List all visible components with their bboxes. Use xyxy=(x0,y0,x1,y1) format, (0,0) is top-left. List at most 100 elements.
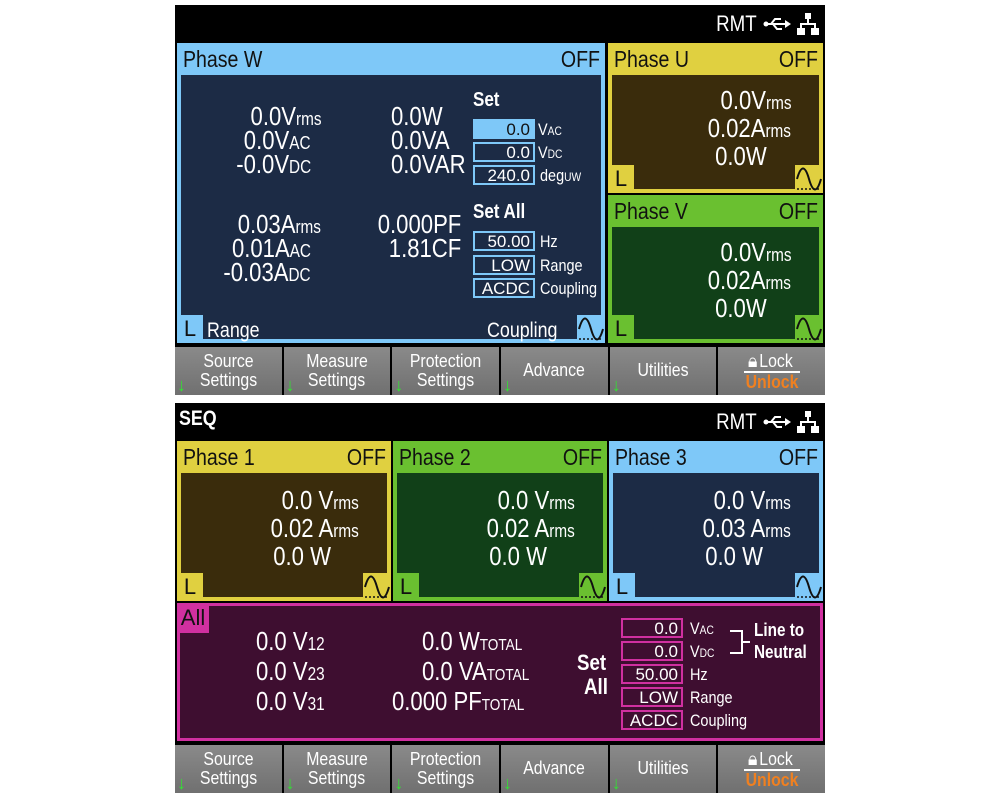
measure-settings-button[interactable]: Measure Settings ↓ xyxy=(283,745,391,793)
set-phase-angle-input[interactable]: 240.0 xyxy=(473,165,535,185)
advance-button[interactable]: Advance ↓ xyxy=(501,745,608,793)
remote-indicator: RMT xyxy=(716,409,757,434)
power-readout: 0.0 W xyxy=(273,541,331,571)
voltage-rms-readout: 0.0 Vrms xyxy=(497,485,575,515)
submenu-arrow-icon: ↓ xyxy=(177,773,186,793)
phase-3-title: Phase 3 xyxy=(615,444,687,470)
phase-w-panel[interactable]: Phase W OFF 0.0Vrms 0.0VAC -0.0VDC 0.0W … xyxy=(177,43,605,343)
line-to-neutral-bracket-icon xyxy=(730,630,750,654)
advance-button[interactable]: Advance ↓ xyxy=(501,347,608,395)
all-set-frequency-input[interactable]: 50.00 xyxy=(621,664,683,684)
line-voltage-23-readout: 0.0 V23 xyxy=(256,656,325,686)
range-softlabel[interactable]: Range xyxy=(207,319,260,343)
phase-1-title: Phase 1 xyxy=(183,444,255,470)
voltage-rms-readout: 0.0 Vrms xyxy=(713,485,791,515)
range-indicator: L xyxy=(609,573,635,599)
source-settings-button[interactable]: Source Settings ↓ xyxy=(175,347,282,395)
line-to-neutral-label-1: Line to xyxy=(754,620,805,640)
voltage-dc-readout: -0.0VDC xyxy=(236,149,311,179)
ac-coupling-wave-icon xyxy=(795,573,823,599)
current-rms-readout: 0.02 Arms xyxy=(270,513,359,543)
ac-coupling-wave-icon xyxy=(795,165,823,191)
all-set-range-select[interactable]: LOW xyxy=(621,687,683,707)
three-phase-detail-screen: RMT Phase W OFF 0.0Vrms 0.0VAC -0.0VDC 0… xyxy=(175,5,826,395)
phase-v-body: 0.0Vrms 0.02Arms 0.0W xyxy=(612,227,819,339)
lock-icon: 🔒︎ xyxy=(747,351,758,371)
current-rms-readout: 0.02Arms xyxy=(707,265,791,295)
lock-unlock-button[interactable]: 🔒︎ Lock Unlock xyxy=(718,347,826,395)
current-rms-readout: 0.02 Arms xyxy=(486,513,575,543)
set-all-coupling-select[interactable]: ACDC xyxy=(473,278,535,298)
lock-icon: 🔒︎ xyxy=(747,749,758,769)
ac-coupling-wave-icon xyxy=(577,315,605,341)
ac-coupling-wave-icon xyxy=(795,315,823,341)
set-vac-input[interactable]: 0.0 xyxy=(473,119,535,139)
all-set-vdc-input[interactable]: 0.0 xyxy=(621,641,683,661)
protection-settings-button[interactable]: Protection Settings ↓ xyxy=(392,347,500,395)
phase-2-output-state: OFF xyxy=(562,444,602,470)
set-all-frequency-input[interactable]: 50.00 xyxy=(473,231,535,251)
set-vdc-label: VDC xyxy=(538,143,563,162)
submenu-arrow-icon: ↓ xyxy=(611,773,621,793)
set-all-frequency-label: Hz xyxy=(540,232,558,251)
softkey-bar: Source Settings ↓ Measure Settings ↓ Protect… xyxy=(175,347,826,395)
phase-2-panel[interactable]: Phase 2 OFF 0.0 Vrms 0.02 Arms 0.0 W L xyxy=(393,441,607,601)
phase-v-panel[interactable]: Phase V OFF 0.0Vrms 0.02Arms 0.0W L xyxy=(608,195,823,343)
lock-unlock-button[interactable]: 🔒︎ Lock Unlock xyxy=(718,745,826,793)
all-set-vac-input[interactable]: 0.0 xyxy=(621,618,683,638)
measure-settings-button[interactable]: Measure Settings ↓ xyxy=(283,347,391,395)
all-set-coupling-select[interactable]: ACDC xyxy=(621,710,683,730)
power-readout: 0.0 W xyxy=(489,541,547,571)
set-all-range-select[interactable]: LOW xyxy=(473,255,535,275)
all-phases-panel[interactable]: 0.0 V12 0.0 V23 0.0 V31 0.0 WTOTAL 0.0 V… xyxy=(177,603,823,741)
phase-1-output-state: OFF xyxy=(346,444,386,470)
phase-u-title: Phase U xyxy=(614,46,689,72)
set-vdc-input[interactable]: 0.0 xyxy=(473,142,535,162)
protection-settings-button[interactable]: Protection Settings ↓ xyxy=(392,745,500,793)
all-set-coupling-label: Coupling xyxy=(690,711,748,730)
current-rms-readout: 0.02Arms xyxy=(707,113,791,143)
three-phase-overview-screen: SEQ RMT Phase 1 OFF 0.0 Vrms 0.02 Arms 0… xyxy=(175,403,826,793)
phase-w-title: Phase W xyxy=(183,46,263,72)
ac-coupling-wave-icon xyxy=(363,573,391,599)
submenu-arrow-icon: ↓ xyxy=(394,773,404,793)
submenu-arrow-icon: ↓ xyxy=(611,375,621,395)
submenu-arrow-icon: ↓ xyxy=(503,375,513,395)
set-vac-label: VAC xyxy=(538,120,562,139)
all-set-frequency-label: Hz xyxy=(690,665,708,684)
total-power-factor-readout: 0.000 PFTOTAL xyxy=(392,686,525,716)
lan-icon xyxy=(797,411,819,433)
phase-v-header: Phase V OFF xyxy=(608,195,823,227)
phase-3-panel[interactable]: Phase 3 OFF 0.0 Vrms 0.03 Arms 0.0 W L xyxy=(609,441,823,601)
voltage-rms-readout: 0.0Vrms xyxy=(720,85,791,115)
source-settings-button[interactable]: Source Settings ↓ xyxy=(175,745,282,793)
utilities-button[interactable]: Utilities ↓ xyxy=(609,745,717,793)
total-apparent-power-readout: 0.0 VATOTAL xyxy=(422,656,530,686)
submenu-arrow-icon: ↓ xyxy=(177,375,186,395)
phase-2-title: Phase 2 xyxy=(399,444,471,470)
usb-icon xyxy=(763,416,791,428)
range-indicator: L xyxy=(393,573,419,599)
phase-3-header: Phase 3 OFF xyxy=(609,441,823,473)
utilities-button[interactable]: Utilities ↓ xyxy=(609,347,717,395)
phase-1-body: 0.0 Vrms 0.02 Arms 0.0 W xyxy=(181,473,387,597)
sequence-indicator: SEQ xyxy=(179,407,217,430)
line-to-neutral-label-2: Neutral xyxy=(754,642,807,662)
phase-u-panel[interactable]: Phase U OFF 0.0Vrms 0.02Arms 0.0W L xyxy=(608,43,823,193)
phase-1-panel[interactable]: Phase 1 OFF 0.0 Vrms 0.02 Arms 0.0 W L xyxy=(177,441,391,601)
power-readout: 0.0 W xyxy=(705,541,763,571)
set-all-coupling-label: Coupling xyxy=(540,279,598,298)
set-phase-angle-label: degUW xyxy=(540,166,582,185)
remote-indicator: RMT xyxy=(716,11,757,36)
phase-v-title: Phase V xyxy=(614,198,688,224)
phase-3-body: 0.0 Vrms 0.03 Arms 0.0 W xyxy=(613,473,819,597)
ac-coupling-wave-icon xyxy=(579,573,607,599)
power-var-readout: 0.0VAR xyxy=(391,149,466,179)
set-title: Set xyxy=(473,89,500,111)
voltage-rms-readout: 0.0Vrms xyxy=(720,237,791,267)
phase-w-body: 0.0Vrms 0.0VAC -0.0VDC 0.0W 0.0VA 0.0VAR… xyxy=(181,75,601,339)
lan-icon xyxy=(797,13,819,35)
coupling-softlabel[interactable]: Coupling xyxy=(487,319,557,343)
line-voltage-12-readout: 0.0 V12 xyxy=(256,626,325,656)
voltage-rms-readout: 0.0 Vrms xyxy=(281,485,359,515)
